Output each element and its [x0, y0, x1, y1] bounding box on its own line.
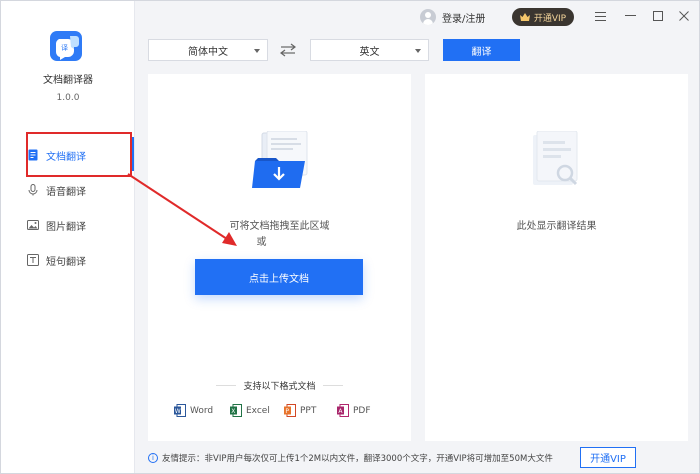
sidebar-item-image-translate[interactable]: 图片翻译 [27, 213, 127, 237]
text-icon [27, 254, 39, 266]
drag-hint-line1: 可将文档拖拽至此区域 [229, 221, 330, 232]
result-document-icon [533, 131, 578, 186]
footer-tip: i 友情提示：非VIP用户每次仅可上传1个2M以内文件，翻译3000个文字，开通… [148, 449, 568, 467]
format-label: Word [190, 405, 214, 416]
annotation-highlight-box [26, 132, 132, 177]
format-word: W Word [174, 404, 213, 417]
svg-text:W: W [175, 408, 181, 415]
source-language-value: 简体中文 [188, 46, 228, 58]
close-button[interactable] [677, 9, 691, 23]
maximize-icon [653, 11, 663, 21]
chevron-down-icon [254, 49, 260, 53]
upload-document-icon [252, 131, 308, 188]
svg-text:X: X [231, 408, 235, 415]
login-register-label: 登录/注册 [442, 13, 486, 25]
translate-button[interactable]: 翻译 [443, 39, 520, 61]
open-vip-bottom-button[interactable]: 开通VIP [580, 447, 636, 468]
microphone-icon [28, 184, 38, 196]
result-placeholder: 此处显示翻译结果 [516, 221, 597, 232]
upload-panel[interactable]: 可将文档拖拽至此区域 或 点击上传文档 支持以下格式文档 W Word X Ex… [148, 74, 411, 441]
format-excel: X Excel [230, 404, 270, 417]
info-icon: i [148, 453, 158, 463]
svg-text:译: 译 [61, 44, 68, 52]
footer-tip-text: 友情提示：非VIP用户每次仅可上传1个2M以内文件，翻译3000个文字，开通VI… [162, 454, 553, 464]
chevron-down-icon [415, 49, 421, 53]
sidebar-item-voice-translate[interactable]: 语音翻译 [27, 178, 127, 202]
swap-languages-icon[interactable] [280, 43, 296, 57]
format-label: PDF [353, 405, 371, 416]
result-panel: 此处显示翻译结果 [425, 74, 688, 441]
open-vip-top-button[interactable]: 开通VIP [512, 8, 574, 26]
avatar-icon [420, 9, 436, 25]
sidebar-item-sentence-translate[interactable]: 短句翻译 [27, 248, 127, 272]
drag-hint: 可将文档拖拽至此区域 或 [148, 219, 411, 251]
open-vip-top-label: 开通VIP [533, 13, 567, 24]
menu-icon [594, 11, 606, 21]
image-icon [27, 220, 39, 230]
app-version: 1.0.0 [56, 93, 80, 103]
target-language-value: 英文 [359, 46, 380, 58]
format-ppt: P PPT [284, 404, 316, 417]
sidebar-item-label: 语音翻译 [46, 186, 86, 198]
upload-document-button[interactable]: 点击上传文档 [195, 259, 363, 295]
excel-icon: X [230, 404, 242, 417]
sidebar-item-label: 图片翻译 [46, 221, 86, 233]
word-icon: W [174, 404, 186, 417]
source-language-select[interactable]: 简体中文 [148, 39, 268, 61]
close-icon [679, 11, 689, 21]
menu-button[interactable] [593, 9, 607, 23]
pdf-icon: A [337, 404, 349, 417]
drag-hint-line2: 或 [256, 237, 267, 248]
app-name: 文档翻译器 [43, 75, 93, 86]
login-register-link[interactable]: 登录/注册 [420, 8, 485, 26]
minimize-icon [624, 15, 636, 16]
format-label: Excel [246, 405, 270, 416]
supported-formats-title: 支持以下格式文档 [148, 379, 411, 392]
minimize-button[interactable] [623, 9, 637, 23]
app-logo-icon: 译 [50, 31, 82, 61]
ppt-icon: P [284, 404, 296, 417]
app-window: 译 文档翻译器 1.0.0 文档翻译 语音翻译 图片翻译 短句翻译 登录/注册 … [0, 0, 700, 474]
format-pdf: A PDF [337, 404, 371, 417]
target-language-select[interactable]: 英文 [310, 39, 429, 61]
maximize-button[interactable] [651, 9, 665, 23]
crown-icon [519, 13, 530, 21]
svg-text:P: P [285, 408, 289, 415]
sidebar-item-label: 短句翻译 [46, 256, 86, 268]
format-label: PPT [300, 405, 317, 416]
